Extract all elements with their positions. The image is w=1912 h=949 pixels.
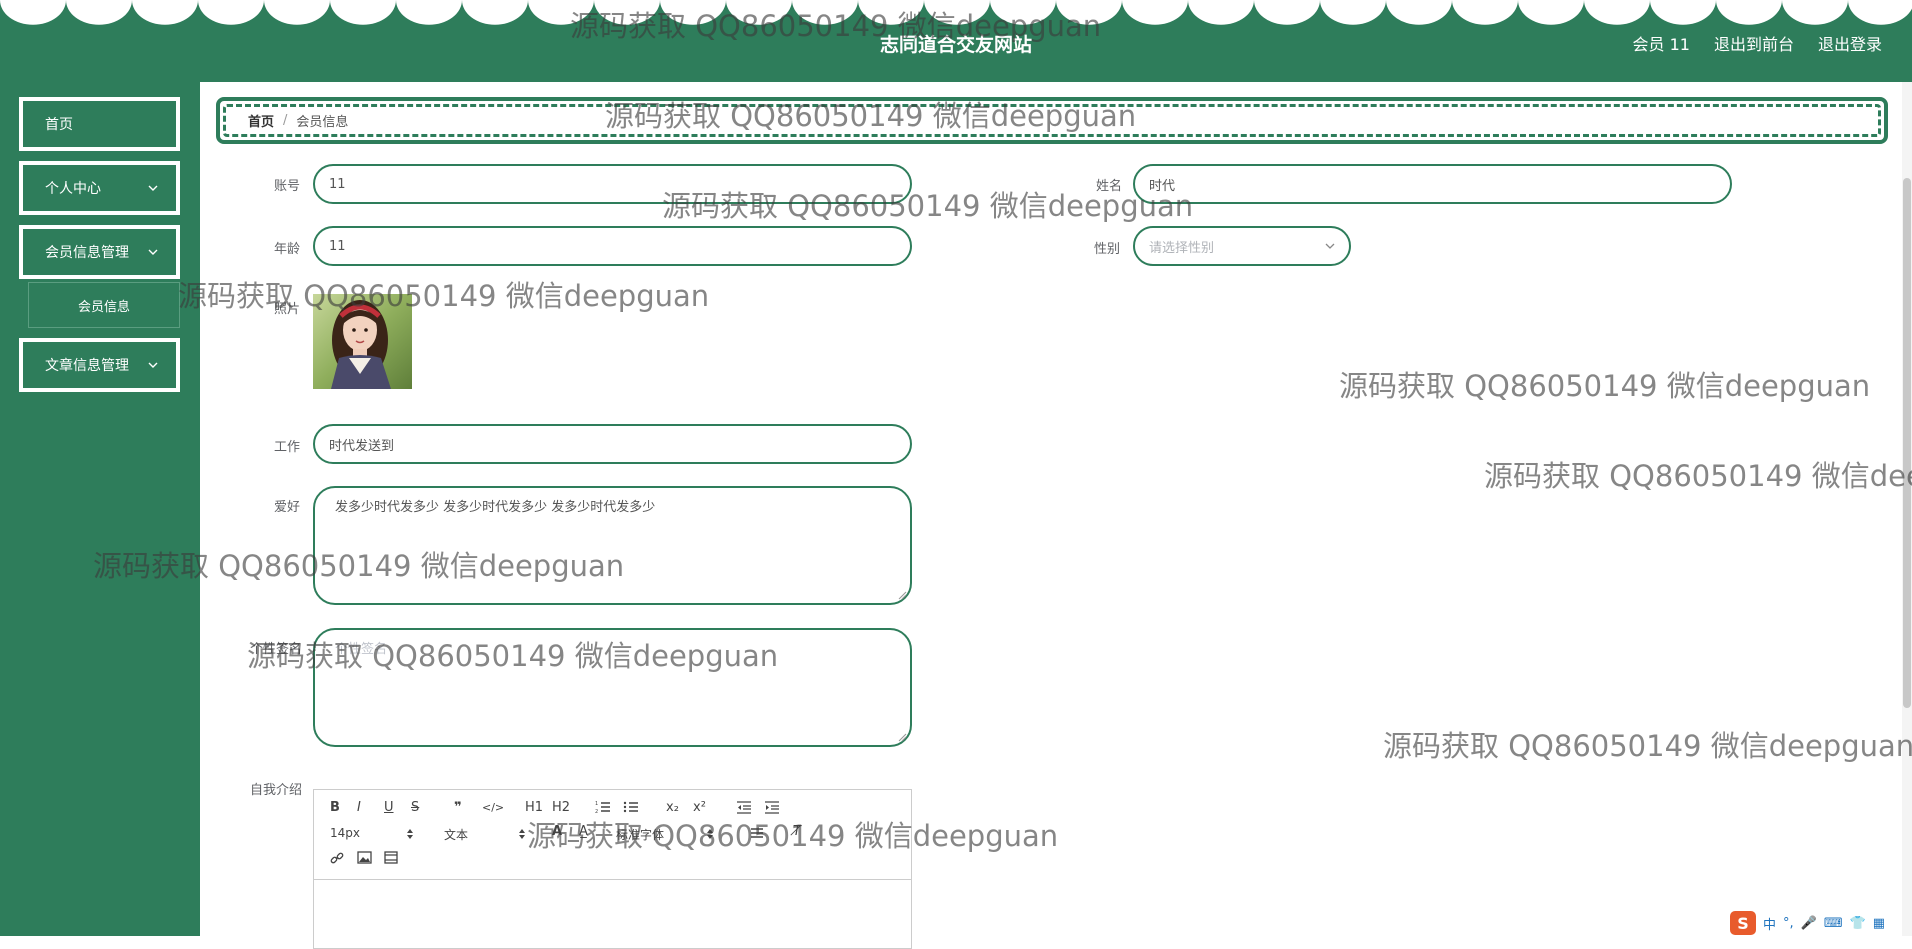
image-icon[interactable] [357, 851, 372, 864]
video-icon[interactable] [384, 851, 398, 864]
member-photo[interactable] [313, 294, 412, 389]
member-name-link[interactable]: 会员 11 [1633, 31, 1690, 55]
job-field[interactable]: 时代发送到 [313, 424, 912, 464]
sidebar-item-article-management[interactable]: 文章信息管理 [19, 338, 180, 392]
site-title: 志同道合交友网站 [879, 34, 1032, 56]
breadcrumb: 首页 / 会员信息 [216, 97, 1888, 144]
breadcrumb-current: 会员信息 [296, 115, 349, 130]
hobby-textarea[interactable]: 发多少时代发多少 发多少时代发多少 发多少时代发多少 [313, 486, 912, 605]
subscript-button[interactable]: x₂ [666, 800, 679, 815]
svg-text:2: 2 [595, 809, 598, 814]
hobby-text: 发多少时代发多少 发多少时代发多少 发多少时代发多少 [335, 500, 656, 515]
resize-grip-icon[interactable] [898, 733, 907, 742]
account-field[interactable]: 11 [313, 164, 912, 204]
signature-label: 个性签名 [249, 642, 302, 657]
back-to-front-link[interactable]: 退出到前台 [1714, 31, 1794, 55]
indent-icon[interactable] [764, 800, 780, 814]
keyboard-icon[interactable]: ⌨ [1824, 916, 1843, 931]
sidebar-item-home[interactable]: 首页 [19, 97, 180, 151]
sidebar-item-label: 会员信息管理 [45, 245, 129, 261]
photo-label: 照片 [273, 302, 300, 317]
scallop-decoration [0, 0, 1912, 25]
align-icon[interactable] [750, 827, 764, 840]
sogou-logo-icon: S [1730, 911, 1756, 935]
account-label: 账号 [273, 179, 300, 194]
heading-select[interactable]: 文本 [444, 826, 468, 843]
age-label: 年龄 [273, 242, 300, 257]
age-field[interactable]: 11 [313, 226, 912, 266]
outdent-icon[interactable] [736, 800, 752, 814]
name-field[interactable]: 时代 [1133, 164, 1732, 204]
clear-format-icon[interactable]: T̸ [793, 824, 801, 839]
punctuation-icon[interactable]: °, [1783, 916, 1794, 931]
chevron-down-icon [148, 362, 158, 368]
sidebar-item-label: 首页 [45, 117, 73, 133]
blockquote-button[interactable]: ❞ [454, 800, 462, 815]
h2-button[interactable]: H2 [552, 800, 570, 815]
sidebar-item-personal-center[interactable]: 个人中心 [19, 161, 180, 215]
grid-icon[interactable]: ▦ [1873, 916, 1885, 931]
watermark: 源码获取 QQ86050149 微信deepguan [1339, 369, 1871, 403]
select-arrows-icon [519, 829, 525, 839]
breadcrumb-home[interactable]: 首页 [248, 111, 274, 130]
sidebar-item-member-management[interactable]: 会员信息管理 [19, 225, 180, 279]
ime-toolbar[interactable]: S 中 °, 🎤 ⌨ 👕 ▦ [1730, 910, 1912, 936]
gender-placeholder: 请选择性别 [1149, 240, 1215, 256]
gender-select[interactable]: 请选择性别 [1133, 226, 1351, 266]
header-links: 会员 11 退出到前台 退出登录 [1633, 31, 1882, 55]
intro-label: 自我介绍 [249, 783, 302, 798]
ime-language[interactable]: 中 [1763, 914, 1776, 933]
link-icon[interactable] [330, 851, 344, 865]
sidebar-item-label: 个人中心 [45, 181, 101, 197]
page-scrollbar[interactable] [1902, 82, 1912, 936]
sidebar-item-label: 文章信息管理 [45, 358, 129, 374]
resize-grip-icon[interactable] [898, 591, 907, 600]
intro-rich-editor[interactable]: B I U S ❞ </> H1 H2 12 x₂ x² 14px 文本 A A… [313, 789, 912, 949]
svg-text:1: 1 [595, 801, 598, 807]
sidebar-subitem-member-info[interactable]: 会员信息 [28, 282, 180, 328]
shirt-icon[interactable]: 👕 [1850, 916, 1866, 931]
strike-button[interactable]: S [411, 800, 419, 815]
font-size-select[interactable]: 14px [330, 826, 360, 840]
editor-toolbar: B I U S ❞ </> H1 H2 12 x₂ x² 14px 文本 A A… [314, 790, 911, 880]
watermark: 源码获取 QQ86050149 微信deepguan [1383, 729, 1912, 763]
gender-label: 性别 [1093, 242, 1120, 257]
select-arrows-icon [707, 829, 713, 839]
chevron-down-icon [148, 249, 158, 255]
microphone-icon[interactable]: 🎤 [1801, 916, 1817, 931]
logout-link[interactable]: 退出登录 [1818, 31, 1882, 55]
breadcrumb-inner: 首页 / 会员信息 [223, 104, 1881, 137]
scrollbar-thumb[interactable] [1903, 178, 1911, 708]
sidebar: 首页 个人中心 会员信息管理 会员信息 文章信息管理 [0, 82, 200, 936]
chevron-down-icon [1325, 243, 1335, 249]
hobby-label: 爱好 [273, 500, 300, 515]
bullet-list-icon[interactable] [623, 800, 639, 814]
ordered-list-icon[interactable]: 12 [595, 800, 611, 814]
h1-button[interactable]: H1 [525, 800, 543, 815]
background-color-icon[interactable]: A̲ [579, 824, 588, 839]
watermark: 源码获取 QQ86050149 微信deepguan [1484, 459, 1912, 493]
name-label: 姓名 [1095, 179, 1122, 194]
underline-button[interactable]: U [384, 800, 394, 815]
signature-textarea[interactable]: 个性签名 [313, 628, 912, 747]
select-arrows-icon [407, 829, 413, 839]
italic-button[interactable]: I [357, 800, 361, 815]
font-family-select[interactable]: 标准字体 [616, 826, 664, 843]
member-photo-image [313, 294, 412, 389]
top-header: 志同道合交友网站 会员 11 退出到前台 退出登录 [0, 0, 1912, 82]
bold-button[interactable]: B [330, 800, 340, 815]
superscript-button[interactable]: x² [693, 800, 706, 815]
font-color-icon[interactable]: A [552, 824, 562, 839]
signature-placeholder: 个性签名 [335, 642, 388, 657]
job-label: 工作 [273, 440, 300, 455]
editor-content-area[interactable] [314, 880, 911, 948]
code-block-button[interactable]: </> [482, 801, 504, 814]
breadcrumb-separator: / [283, 113, 288, 128]
chevron-down-icon [148, 185, 158, 191]
